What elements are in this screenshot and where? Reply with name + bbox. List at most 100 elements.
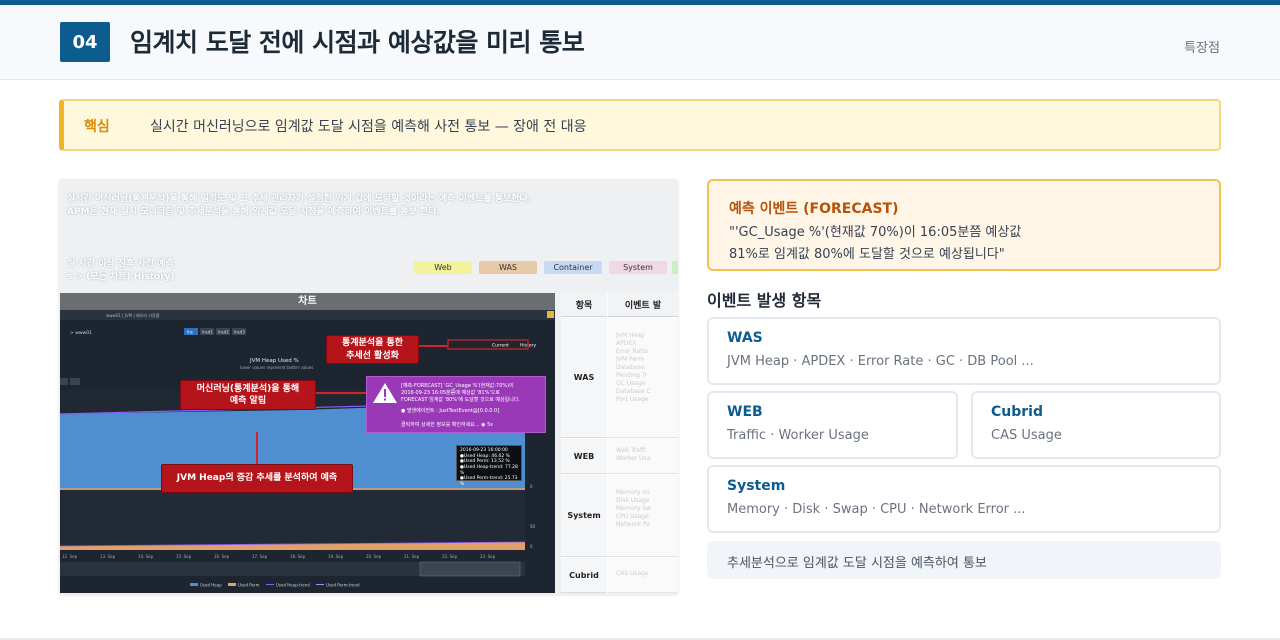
event-card-was: WAS JVM Heap · APDEX · Error Rate · GC ·…: [707, 317, 1221, 385]
table-row-web-label: WEB: [561, 439, 607, 474]
event-card-web-items: Traffic · Worker Usage: [727, 428, 869, 443]
x-tick-4: 16. Sep: [214, 554, 230, 559]
x-tick-5: 17. Sep: [252, 554, 268, 559]
apm-screenshot: 실시간 머신러닝(통계분석)을 통해 일정도 및 그 추세 관리자가 설정한 임…: [59, 179, 678, 594]
event-card-cubrid: Cubrid CAS Usage: [971, 391, 1221, 459]
forecast-event-box: 예측 이벤트 (FORECAST) "'GC_Usage %'(현재값 70%)…: [707, 179, 1221, 271]
event-card-system-items: Memory · Disk · Swap · CPU · Network Err…: [727, 502, 1026, 517]
forecast-popup[interactable]: [예측-FORECAST] 'GC_Usage %'(현재값:70%)이 201…: [366, 376, 546, 433]
category-pill-web[interactable]: Web: [414, 261, 472, 274]
page-header: 04 임계치 도달 전에 시점과 예상값을 미리 통보 특장점: [0, 5, 1280, 80]
table-row-cubrid-label: Cubrid: [561, 558, 607, 593]
table-row-system-items: Memory Us Disk Usage Memory Sw CPU Usage…: [608, 475, 678, 557]
table-row-system-label: System: [561, 475, 607, 557]
screenshot-desc-line1: 실시간 머신러닝(통계분석)을 통해 일정도 및 그 추세 관리자가 설정한 임…: [67, 194, 532, 204]
arrow-to-popup: [316, 392, 366, 394]
chart-body: www01 | JVM | 메모리 사용률 > www01 lns lnsd1 …: [59, 310, 555, 593]
tab-lnsd3-label: lnsd3: [234, 330, 245, 335]
key-point-label: 핵심: [84, 119, 110, 135]
chart-breadcrumb: www01 | JVM | 메모리 사용률: [106, 312, 160, 318]
event-card-cubrid-items: CAS Usage: [991, 428, 1062, 443]
popup-line-3: FORECAST 임계값 '80%'에 도달할 것으로 예상됩니다.: [401, 397, 520, 403]
x-tick-3: 15. Sep: [176, 554, 192, 559]
tab-lns-label: lns: [187, 330, 193, 335]
tooltip-line-5: ●Used Perm-trend: 25.73 %: [460, 476, 518, 487]
event-item-table: 항목 이벤트 발 WAS JVM Heap APDEX Error Ratio …: [561, 293, 678, 593]
tab-lnsd2-label: lnsd2: [218, 330, 229, 335]
callout-trend-line: 통계분석을 통한 추세선 활성화: [326, 335, 419, 364]
arrow-to-heap: [256, 432, 258, 464]
table-header-item: 항목: [561, 293, 607, 317]
callout-ml-alert: 머신러닝(통계분석)을 통해 예측 알림: [180, 380, 316, 410]
zoom-button-1[interactable]: [60, 378, 68, 385]
y-tick-lower-1: 50: [530, 524, 536, 529]
x-tick-2: 14. Sep: [138, 554, 154, 559]
x-tick-8: 20. Sep: [366, 554, 382, 559]
y-tick-upper-2: 0: [530, 484, 533, 489]
section-number-badge: 04: [60, 22, 110, 62]
event-card-web-name: WEB: [727, 404, 763, 420]
x-tick-11: 23. Sep: [480, 554, 496, 559]
x-tick-0: 12. Sep: [62, 554, 78, 559]
category-pill-more[interactable]: [672, 261, 678, 274]
table-row-was-label: WAS: [561, 318, 607, 438]
tab-lnsd1-label: lnsd1: [202, 330, 213, 335]
chart-tooltip: 2016-09-23 16:00:00 ●Used Heap: 46.62 % …: [456, 445, 522, 487]
table-row-web-items: Web Traffi Worker Usa: [608, 439, 678, 474]
table-header-event: 이벤트 발: [608, 293, 678, 317]
event-card-was-name: WAS: [727, 330, 763, 346]
arrow-to-toggle: [419, 345, 448, 347]
popup-line-5[interactable]: 클릭하여 상세한 정보를 확인하세요... ◉ 5s: [401, 421, 493, 428]
legend-heap-trend[interactable]: Used Heap-trend: [276, 583, 310, 588]
table-row-was-items: JVM Heap APDEX Error Ratio JVM Perm Data…: [608, 318, 678, 438]
forecast-message-line2: 81%로 임계값 80%에 도달할 것으로 예상됩니다": [729, 247, 1005, 262]
forecast-message-line1: "'GC_Usage %'(현재값 70%)이 16:05분쯤 예상값: [729, 225, 1022, 240]
events-section-title: 이벤트 발생 항목: [707, 291, 822, 310]
forecast-message: "'GC_Usage %'(현재값 70%)이 16:05분쯤 예상값 81%로…: [729, 222, 1199, 266]
legend-used-heap[interactable]: Used Heap: [200, 583, 222, 588]
chart-panel-title: 차트: [60, 293, 555, 310]
x-axis-ticks: 12. Sep 13. Sep 14. Sep 15. Sep 16. Sep …: [62, 554, 496, 559]
warning-icon: [373, 383, 397, 403]
current-history-toggle[interactable]: [447, 339, 529, 350]
x-tick-6: 18. Sep: [290, 554, 306, 559]
event-card-web: WEB Traffic · Worker Usage: [707, 391, 958, 459]
key-point-bar: 핵심 실시간 머신러닝으로 임계값 도달 시점을 예측해 사전 통보 — 장애 …: [59, 99, 1221, 151]
callout-heap-trend: JVM Heap의 증감 추세를 분석하여 예측: [161, 464, 353, 493]
category-pill-container[interactable]: Container: [544, 261, 602, 274]
event-card-system-name: System: [727, 478, 786, 494]
x-tick-9: 21. Sep: [404, 554, 420, 559]
screenshot-side-line2: s > (모든 차트) History): [67, 272, 175, 282]
range-navigator-window[interactable]: [419, 561, 521, 577]
category-pill-was[interactable]: WAS: [479, 261, 537, 274]
event-card-was-items: JVM Heap · APDEX · Error Rate · GC · DB …: [727, 354, 1034, 369]
key-point-text: 실시간 머신러닝으로 임계값 도달 시점을 예측해 사전 통보 — 장애 전 대…: [150, 119, 587, 135]
toggle-current[interactable]: Current: [492, 343, 509, 349]
event-card-cubrid-name: Cubrid: [991, 404, 1043, 420]
screenshot-desc-line2: APM은 현재 실시 모니터링 및 추세분석을 통해 임계값 도달 시점을 예측…: [67, 207, 441, 217]
popup-line-2: 2016-09-23 16:05분쯤에 예상값 '81%'으로: [401, 390, 500, 396]
chart-panel: 차트 www01 | JVM | 메모리 사용률 > www01 lns lns…: [59, 293, 555, 593]
chart-subtitle: lower values represent better values: [240, 365, 314, 370]
x-tick-7: 19. Sep: [328, 554, 344, 559]
x-tick-1: 13. Sep: [100, 554, 116, 559]
tooltip-line-4: ●Used Heap-trend: 77.28 %: [460, 464, 518, 476]
table-row-cubrid-items: CAS Usage: [608, 558, 678, 593]
page-title: 임계치 도달 전에 시점과 예상값을 미리 통보: [130, 28, 585, 57]
x-tick-10: 22. Sep: [442, 554, 458, 559]
y-tick-lower-2: 0: [530, 544, 533, 549]
legend-used-perm[interactable]: Used Perm: [238, 583, 260, 588]
summary-note: 추세분석으로 임계값 도달 시점을 예측하여 통보: [707, 541, 1221, 579]
forecast-title: 예측 이벤트 (FORECAST): [729, 201, 899, 217]
category-pill-system[interactable]: System: [609, 261, 667, 274]
server-name[interactable]: > www01: [70, 330, 92, 336]
event-card-system: System Memory · Disk · Swap · CPU · Netw…: [707, 465, 1221, 533]
header-tag: 특장점: [1184, 41, 1220, 56]
screenshot-side-line1: 실 시간 이상 징후 사전 예측: [67, 259, 174, 269]
summary-note-text: 추세분석으로 임계값 도달 시점을 예측하여 통보: [727, 556, 987, 571]
zoom-button-all[interactable]: [70, 378, 80, 385]
legend-perm-trend[interactable]: Used Perm-trend: [326, 583, 360, 588]
settings-icon[interactable]: [547, 311, 554, 318]
popup-line-4: ● 발생에이전트 : JustTestEvent@[0.0.0.0]: [401, 408, 500, 414]
chart-name: JVM Heap Used %: [249, 358, 299, 364]
